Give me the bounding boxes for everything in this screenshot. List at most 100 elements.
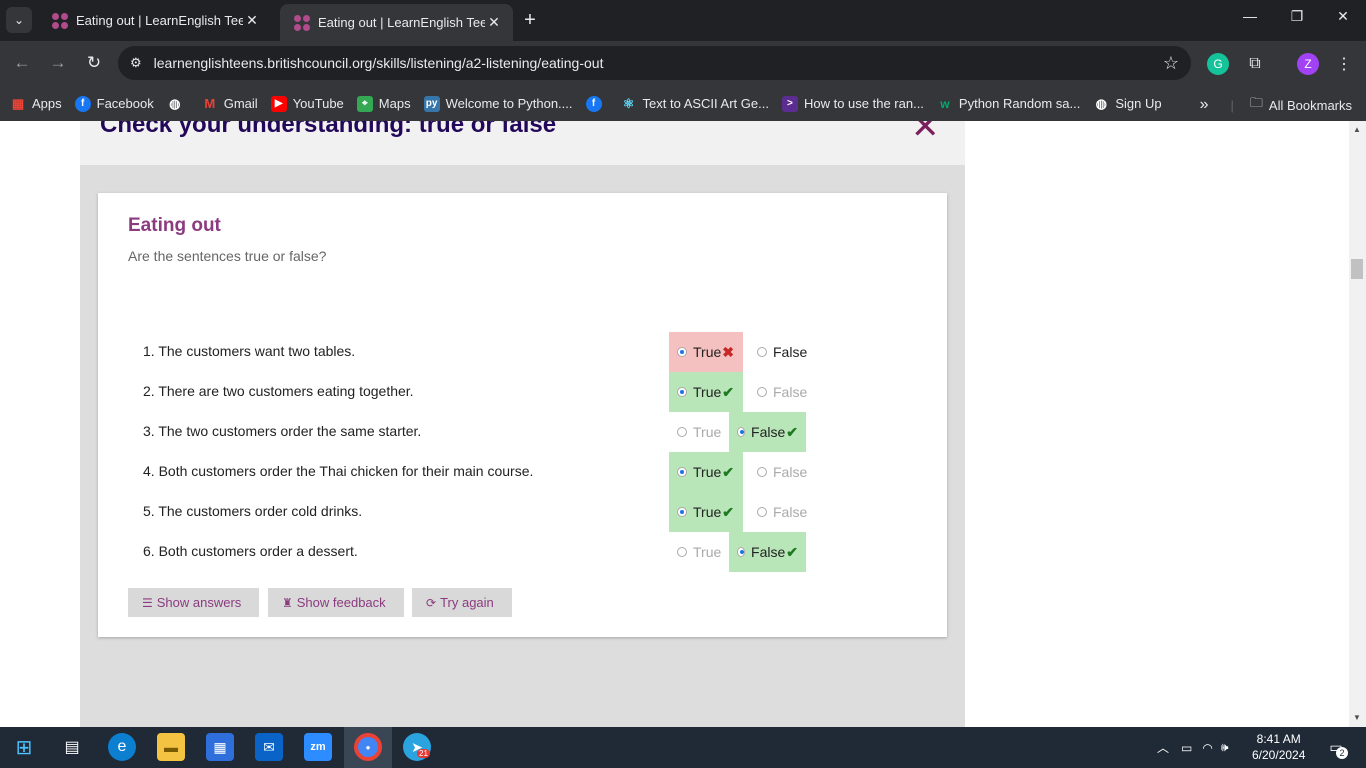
tab-search-button[interactable]: ⌄ xyxy=(6,7,32,33)
battery-icon[interactable]: ▭ xyxy=(1181,741,1192,755)
option-false[interactable]: False xyxy=(749,372,815,412)
radio-button[interactable] xyxy=(677,467,687,477)
option-false[interactable]: False xyxy=(749,492,815,532)
window-close-icon[interactable]: ✕ xyxy=(1331,8,1355,25)
apps-grid-icon: ▦ xyxy=(11,95,25,111)
globe-icon: ◍ xyxy=(169,95,181,111)
extensions-icon[interactable]: ⧉ xyxy=(1244,53,1266,75)
option-true[interactable]: True ✖ xyxy=(669,332,743,372)
file-explorer-icon[interactable]: ▬ xyxy=(157,733,185,761)
show-answers-button[interactable]: ☰ Show answers xyxy=(128,588,259,617)
reload-icon[interactable]: ↻ xyxy=(82,51,106,75)
forward-icon[interactable]: → xyxy=(46,51,70,75)
option-false[interactable]: False xyxy=(749,452,815,492)
radio-button[interactable] xyxy=(677,547,687,557)
radio-button[interactable] xyxy=(737,547,746,557)
question-row: 4. Both customers order the Thai chicken… xyxy=(98,452,947,492)
show-feedback-button[interactable]: ♜ Show feedback xyxy=(268,588,404,617)
panel-close-icon[interactable]: ✕ xyxy=(911,121,940,147)
bookmark-ascii-art[interactable]: ⚛ Text to ASCII Art Ge... xyxy=(621,96,769,112)
url-text[interactable]: learnenglishteens.britishcouncil.org/ski… xyxy=(154,55,1163,71)
bookmark-maps[interactable]: ⌖ Maps xyxy=(356,95,411,112)
mail-icon[interactable]: ✉ xyxy=(255,733,283,761)
bookmark-label: Welcome to Python.... xyxy=(445,96,573,111)
radio-button[interactable] xyxy=(757,507,767,517)
try-again-button[interactable]: ⟳ Try again xyxy=(412,588,512,617)
scrollbar-thumb[interactable] xyxy=(1351,259,1363,279)
radio-button[interactable] xyxy=(677,387,687,397)
site-info-icon[interactable]: ⚙ xyxy=(130,55,142,71)
bookmark-sign-up[interactable]: ◍ Sign Up xyxy=(1093,95,1162,112)
radio-button[interactable] xyxy=(757,467,767,477)
radio-button[interactable] xyxy=(677,427,687,437)
notification-count: 2 xyxy=(1336,747,1348,759)
option-true[interactable]: True ✔ xyxy=(669,492,743,532)
minimize-icon[interactable]: — xyxy=(1238,8,1262,24)
edge-icon[interactable]: e xyxy=(108,733,136,761)
facebook-icon: f xyxy=(74,95,91,112)
python-icon: py xyxy=(423,95,440,112)
scroll-up-icon[interactable]: ▲ xyxy=(1353,125,1361,134)
grammarly-icon[interactable]: G xyxy=(1207,53,1229,75)
back-icon[interactable]: ← xyxy=(10,51,34,75)
refresh-icon: ⟳ xyxy=(426,595,437,610)
question-text: 1. The customers want two tables. xyxy=(143,343,356,359)
bookmark-apps[interactable]: ▦ Apps xyxy=(10,96,62,112)
option-label: True xyxy=(693,344,722,360)
panel-header: Check your understanding: true or false … xyxy=(80,121,965,165)
restore-icon[interactable]: ❐ xyxy=(1285,8,1309,25)
tab-close-icon[interactable]: ✕ xyxy=(243,12,261,29)
radio-button[interactable] xyxy=(677,347,687,357)
all-bookmarks-link[interactable]: All Bookmarks xyxy=(1269,98,1352,113)
option-false[interactable]: False xyxy=(749,332,815,372)
option-label: False xyxy=(751,424,786,440)
clock[interactable]: 8:41 AM 6/20/2024 xyxy=(1252,731,1305,763)
option-false[interactable]: False ✔ xyxy=(729,412,806,452)
tab-eating-out-2[interactable]: Eating out | LearnEnglish Teens ✕ xyxy=(280,4,513,41)
task-view-icon[interactable]: ▤ xyxy=(58,733,86,761)
option-label: True xyxy=(693,424,722,440)
bookmark-how-to-use[interactable]: > How to use the ran... xyxy=(781,95,924,112)
radio-button[interactable] xyxy=(757,347,767,357)
page-scrollbar[interactable]: ▲ ▼ xyxy=(1349,121,1366,727)
bookmark-globe[interactable]: ◍ xyxy=(167,96,189,112)
option-true[interactable]: True ✔ xyxy=(669,452,743,492)
question-text: 6. Both customers order a dessert. xyxy=(143,543,358,559)
tab-close-icon[interactable]: ✕ xyxy=(485,14,503,31)
bookmark-star-icon[interactable]: ☆ xyxy=(1163,53,1179,74)
bookmark-youtube[interactable]: ▶ YouTube xyxy=(270,95,344,112)
option-false[interactable]: False ✔ xyxy=(729,532,806,572)
address-bar[interactable]: ⚙ learnenglishteens.britishcouncil.org/s… xyxy=(118,46,1191,80)
bookmark-python[interactable]: py Welcome to Python.... xyxy=(423,95,573,112)
radio-button[interactable] xyxy=(737,427,746,437)
profile-avatar[interactable]: Z xyxy=(1297,53,1319,75)
scroll-down-icon[interactable]: ▼ xyxy=(1353,713,1361,722)
menu-kebab-icon[interactable]: ⋮ xyxy=(1333,53,1355,75)
radio-button[interactable] xyxy=(677,507,687,517)
radio-button[interactable] xyxy=(757,387,767,397)
bookmark-facebook[interactable]: f Facebook xyxy=(74,95,154,112)
bookmark-python-random[interactable]: w Python Random sa... xyxy=(937,96,1080,112)
show-hidden-icons-icon[interactable]: ︿ xyxy=(1157,739,1169,756)
wifi-icon[interactable]: ◠ xyxy=(1202,741,1212,755)
question-text: 2. There are two customers eating togeth… xyxy=(143,383,414,399)
button-label: Show feedback xyxy=(296,595,386,610)
option-true[interactable]: True ✔ xyxy=(669,372,743,412)
telegram-icon[interactable]: ➤ 21 xyxy=(403,733,431,761)
globe-icon: ◍ xyxy=(1095,95,1107,111)
more-bookmarks-icon[interactable]: » xyxy=(1200,96,1209,114)
button-label: Show answers xyxy=(156,595,242,610)
chrome-icon[interactable]: ● xyxy=(354,733,382,761)
tab-eating-out-1[interactable]: Eating out | LearnEnglish Teens ✕ xyxy=(38,4,271,37)
zoom-icon[interactable]: zm xyxy=(304,733,332,761)
notifications-icon[interactable]: ▭ 2 xyxy=(1322,733,1350,761)
windows-start-icon[interactable]: ⊞ xyxy=(10,733,38,761)
new-tab-button[interactable]: + xyxy=(519,9,541,31)
bookmark-gmail[interactable]: M Gmail xyxy=(202,96,257,112)
bookmark-facebook-2[interactable]: f xyxy=(585,95,608,112)
facebook-icon: f xyxy=(585,95,602,112)
volume-icon[interactable]: 🕪 xyxy=(1221,740,1229,755)
microsoft-store-icon[interactable]: ▦ xyxy=(206,733,234,761)
option-true[interactable]: True xyxy=(669,412,729,452)
option-true[interactable]: True xyxy=(669,532,729,572)
